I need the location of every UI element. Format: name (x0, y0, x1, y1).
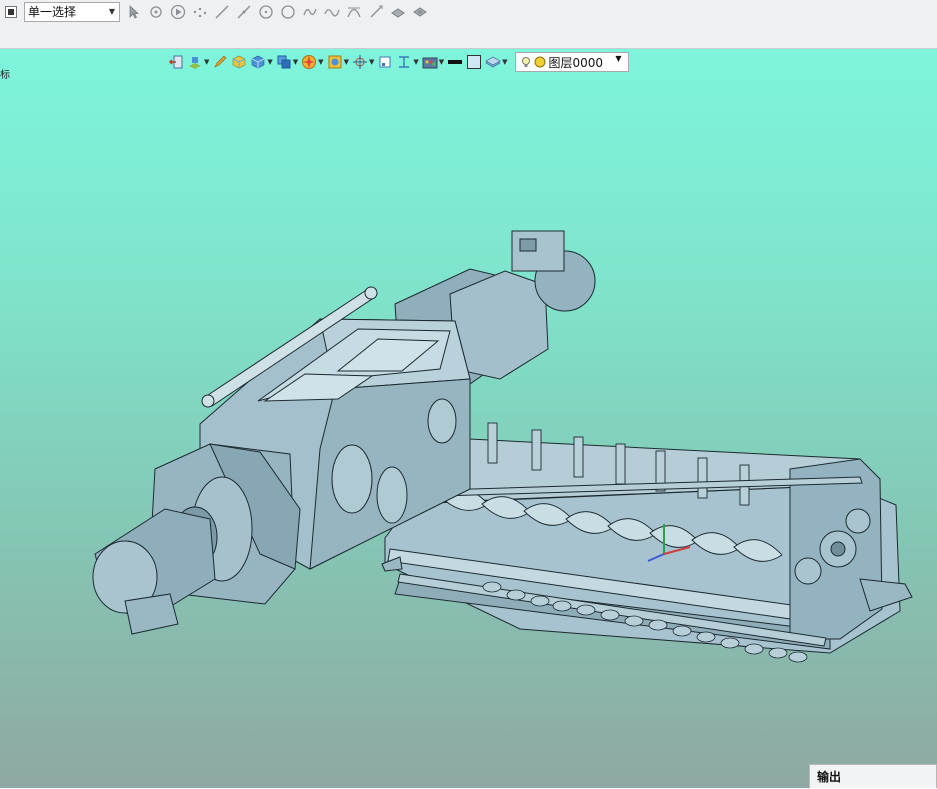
snap-icon[interactable] (146, 3, 166, 21)
pointer-icon[interactable] (124, 3, 144, 21)
face2-icon[interactable] (410, 3, 430, 21)
face-icon[interactable] (388, 3, 408, 21)
point-icon[interactable] (190, 3, 210, 21)
output-panel-tab[interactable]: 输出 (809, 764, 937, 788)
chevron-down-icon: ▼ (108, 7, 115, 16)
play-icon[interactable] (168, 3, 188, 21)
project-icon[interactable] (366, 3, 386, 21)
line-icon[interactable] (234, 3, 254, 21)
line-icon[interactable] (212, 3, 232, 21)
selection-mode-value: 单一选择 (28, 5, 77, 19)
spline-icon[interactable] (322, 3, 342, 21)
circle-center-icon[interactable] (256, 3, 276, 21)
selection-toolbar: 单一选择 ▼ (0, 0, 937, 49)
stop-icon[interactable] (5, 6, 17, 18)
circle-icon[interactable] (278, 3, 298, 21)
curve-icon[interactable] (300, 3, 320, 21)
cad-assembly-model[interactable] (0, 49, 937, 788)
selection-mode-dropdown[interactable]: 单一选择 ▼ (24, 2, 120, 22)
arc-icon[interactable] (344, 3, 364, 21)
snap-toolbar (124, 3, 430, 21)
